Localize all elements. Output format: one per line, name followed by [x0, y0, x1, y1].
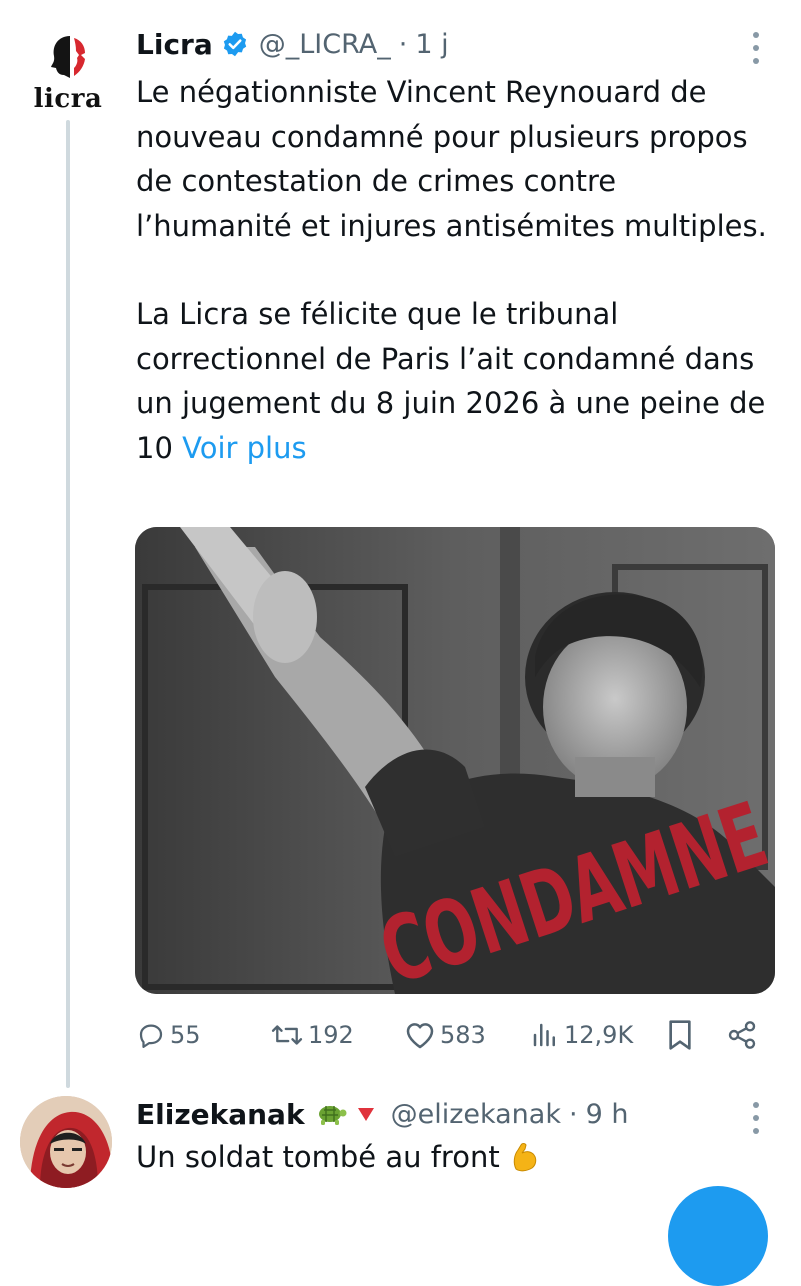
- retweet-count: 192: [308, 1021, 354, 1049]
- tweet-photo[interactable]: CONDAMNE: [135, 527, 775, 994]
- reply-author-handle[interactable]: @elizekanak: [391, 1099, 561, 1130]
- author-name[interactable]: Licra: [136, 28, 213, 61]
- separator-dot: ·: [398, 28, 408, 60]
- compose-fab[interactable]: [668, 1186, 768, 1286]
- share-icon: [728, 1021, 756, 1049]
- tweet-actions: 55 192 583 12,9K: [136, 1010, 776, 1060]
- reply-text: Un soldat tombé au front: [136, 1140, 540, 1174]
- like-count: 583: [440, 1021, 486, 1049]
- author-handle[interactable]: @_LICRA_: [259, 29, 391, 60]
- views-count: 12,9K: [564, 1021, 634, 1049]
- tweet-text: Le négationniste Vincent Reynouard de no…: [136, 70, 776, 470]
- reply-separator-dot: ·: [568, 1098, 578, 1130]
- tweet-paragraph-2: La Licra se félicite que le tribunal cor…: [136, 292, 776, 470]
- elizekanak-avatar[interactable]: [20, 1096, 112, 1188]
- heart-icon: [406, 1023, 434, 1049]
- bookmark-button[interactable]: [666, 1010, 694, 1060]
- retweet-icon: [271, 1025, 303, 1045]
- tweet-header: Licra @_LICRA_ · 1 j: [136, 22, 449, 66]
- reply-icon: [139, 1024, 163, 1048]
- turtle-emoji-icon: [313, 1100, 347, 1128]
- bookmark-icon: [669, 1020, 691, 1050]
- views-chart-icon: [533, 1023, 555, 1047]
- show-more-link[interactable]: Voir plus: [182, 431, 306, 465]
- thread-line: [66, 120, 70, 1088]
- licra-logo-icon: [51, 36, 85, 78]
- share-button[interactable]: [726, 1010, 758, 1060]
- licra-avatar[interactable]: licra: [20, 28, 116, 120]
- like-button[interactable]: 583: [404, 1010, 486, 1060]
- tweet-paragraph-1: Le négationniste Vincent Reynouard de no…: [136, 75, 767, 243]
- reply-button[interactable]: 55: [136, 1010, 201, 1060]
- reply-timestamp[interactable]: 9 h: [586, 1099, 629, 1130]
- more-options-icon[interactable]: [746, 32, 766, 64]
- reply-more-options-icon[interactable]: [746, 1102, 766, 1134]
- verified-badge-icon[interactable]: [221, 30, 249, 58]
- flexed-biceps-emoji-icon: [510, 1141, 540, 1173]
- reply-text-content: Un soldat tombé au front: [136, 1140, 500, 1174]
- reply-count: 55: [170, 1021, 201, 1049]
- tweet-timestamp[interactable]: 1 j: [415, 29, 448, 60]
- red-triangle-emoji-icon: [357, 1106, 375, 1122]
- reply-author-name[interactable]: Elizekanak: [136, 1098, 305, 1131]
- retweet-button[interactable]: 192: [270, 1010, 354, 1060]
- reply-header: Elizekanak @elizekanak · 9 h: [136, 1092, 628, 1136]
- views-button[interactable]: 12,9K: [530, 1010, 633, 1060]
- licra-wordmark: licra: [33, 84, 103, 114]
